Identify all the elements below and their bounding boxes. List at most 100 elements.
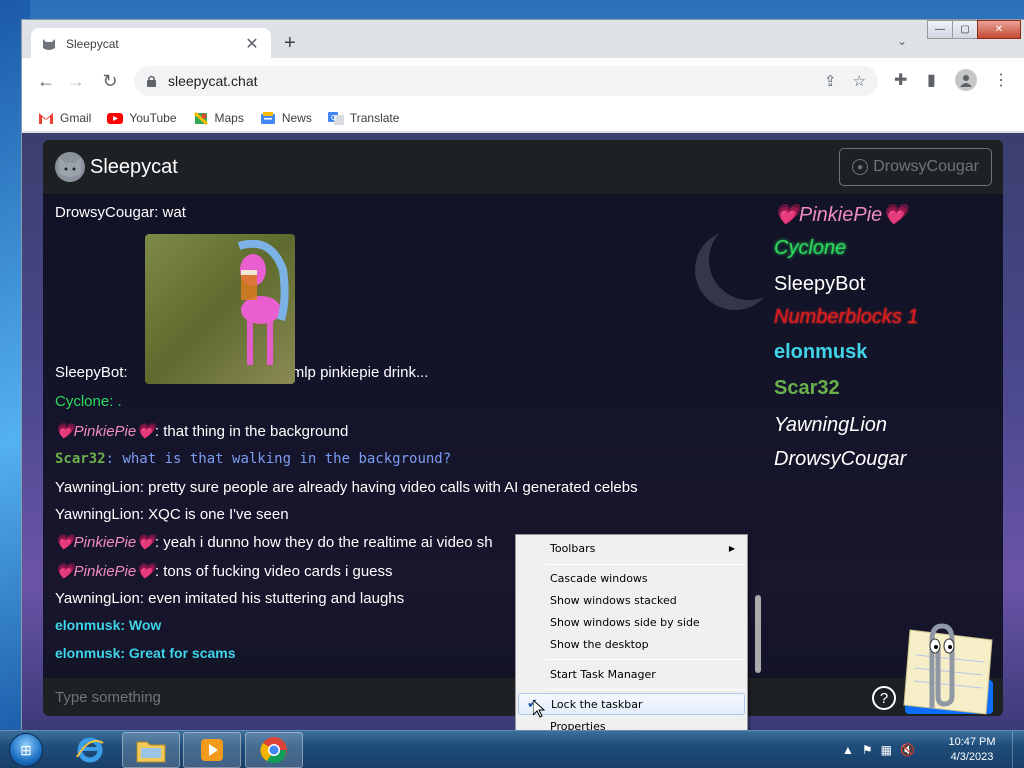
user-list-item[interactable]: SleepyBot	[774, 273, 865, 296]
current-username: DrowsyCougar	[873, 158, 979, 175]
message-sep: :	[120, 617, 129, 633]
user-list-item[interactable]: Cyclone	[774, 237, 846, 260]
message-author[interactable]: YawningLion	[55, 479, 140, 496]
bookmark-label: Gmail	[60, 110, 92, 125]
action-center-flag-icon[interactable]: ⚑	[862, 743, 873, 757]
user-account-button[interactable]: ● DrowsyCougar	[839, 148, 992, 186]
taskbar-chrome[interactable]	[245, 732, 303, 768]
message-author[interactable]: YawningLion	[55, 590, 140, 607]
new-tab-button[interactable]: +	[284, 32, 296, 55]
tab-sleepycat[interactable]: Sleepycat ✕	[31, 28, 271, 59]
message-scrollbar[interactable]	[755, 595, 761, 673]
tab-search-icon[interactable]: ⌄	[897, 34, 907, 48]
message-text: even imitated his stuttering and laughs	[148, 590, 405, 607]
menu-item-cascade-windows[interactable]: Cascade windows	[518, 567, 745, 589]
bookmark-youtube[interactable]: YouTube	[107, 110, 177, 125]
user-list-item[interactable]: elonmusk	[774, 341, 867, 364]
message-author[interactable]: 💗PinkiePie💗	[55, 534, 155, 551]
menu-item-show-desktop[interactable]: Show the desktop	[518, 633, 745, 655]
internet-explorer-icon	[76, 737, 104, 763]
pinkiepie-image[interactable]	[145, 234, 295, 384]
message-sep: :	[120, 645, 129, 661]
message-author[interactable]: 💗PinkiePie💗	[55, 563, 155, 580]
message-row: elonmusk: Great for scams	[55, 645, 236, 662]
message-row: 💗PinkiePie💗: yeah i dunno how they do th…	[55, 533, 493, 551]
start-button[interactable]: ⊞	[4, 731, 48, 768]
bookmark-translate[interactable]: G Translate	[327, 111, 399, 125]
forward-icon[interactable]: →	[65, 70, 87, 92]
menu-item-task-manager[interactable]: Start Task Manager	[518, 663, 745, 685]
menu-item-toolbars[interactable]: Toolbars ▶	[518, 537, 745, 559]
message-author[interactable]: elonmusk	[55, 617, 120, 633]
message-author[interactable]: Scar32	[55, 451, 106, 467]
message-author[interactable]: DrowsyCougar	[55, 204, 154, 221]
close-window-button[interactable]: ✕	[977, 20, 1021, 39]
user-list-item[interactable]: YawningLion	[774, 414, 887, 437]
svg-text:G: G	[331, 115, 336, 122]
menu-item-label: Lock the taskbar	[551, 697, 643, 711]
taskbar-ie[interactable]	[61, 732, 119, 768]
youtube-icon	[107, 111, 124, 125]
show-hidden-icons[interactable]: ▲	[842, 743, 854, 757]
bookmark-gmail[interactable]: Gmail	[38, 111, 91, 125]
user-list-item[interactable]: Numberblocks 1	[774, 306, 919, 329]
bookmark-news[interactable]: News	[260, 111, 312, 125]
network-icon[interactable]: ▦	[881, 743, 892, 757]
extensions-icon[interactable]: ✚	[894, 70, 907, 90]
app-brand[interactable]: Sleepycat	[90, 156, 178, 179]
minimize-button[interactable]: —	[927, 20, 953, 39]
share-icon[interactable]: ⇪	[824, 72, 837, 90]
bookmarks-bar: Gmail YouTube Maps News G Translate	[22, 104, 1024, 132]
menu-item-show-windows-stacked[interactable]: Show windows stacked	[518, 589, 745, 611]
message-author[interactable]: Cyclone	[55, 393, 109, 410]
menu-item-label: Toolbars	[550, 541, 596, 555]
clippy-assistant-icon[interactable]	[880, 610, 998, 715]
address-bar[interactable]: sleepycat.chat ⇪ ☆	[134, 66, 878, 96]
message-row: YawningLion: even imitated his stutterin…	[55, 590, 404, 607]
message-author[interactable]: elonmusk	[55, 645, 120, 661]
user-list-item[interactable]: 💗PinkiePie💗	[774, 202, 907, 227]
folder-icon	[136, 741, 166, 763]
back-icon[interactable]: ←	[35, 70, 57, 92]
tab-close-icon[interactable]: ✕	[243, 34, 261, 54]
user-list-item[interactable]: Scar32	[774, 377, 840, 400]
user-list-item[interactable]: DrowsyCougar	[774, 448, 906, 471]
message-sep: :	[109, 393, 118, 410]
menu-item-show-side-by-side[interactable]: Show windows side by side	[518, 611, 745, 633]
pony-drinking-icon	[237, 240, 289, 365]
profile-avatar-icon[interactable]	[955, 69, 977, 91]
bookmark-label: News	[281, 110, 312, 125]
clock[interactable]: 10:47 PM 4/3/2023	[942, 735, 1002, 765]
menu-item-label: Start Task Manager	[550, 667, 656, 681]
message-author[interactable]: 💗PinkiePie💗	[55, 423, 155, 440]
maximize-button[interactable]: ▢	[952, 20, 978, 39]
bookmark-label: YouTube	[129, 110, 177, 125]
bookmark-star-icon[interactable]: ☆	[853, 72, 866, 90]
url-text[interactable]: sleepycat.chat	[168, 73, 808, 89]
show-desktop-button[interactable]	[1012, 731, 1024, 768]
reload-icon[interactable]: ↻	[99, 70, 121, 92]
menu-item-label: Show windows side by side	[550, 615, 700, 629]
message-text: that thing in the background	[163, 423, 349, 440]
user-icon: ●	[852, 159, 869, 175]
menu-item-lock-taskbar[interactable]: ✔ Lock the taskbar	[518, 693, 745, 715]
message-author[interactable]: YawningLion	[55, 506, 140, 523]
side-panel-icon[interactable]: ▮	[927, 70, 936, 90]
menu-item-label: Show windows stacked	[550, 593, 677, 607]
message-author[interactable]: SleepyBot	[55, 364, 123, 381]
message-sep: :	[139, 590, 149, 607]
message-sep: :	[154, 563, 164, 580]
mouse-pointer-icon	[533, 700, 545, 718]
menu-icon[interactable]: ⋮	[993, 70, 1009, 90]
message-sep: :	[123, 364, 132, 381]
bookmark-maps[interactable]: Maps	[193, 111, 244, 125]
message-text: Great for scams	[128, 645, 236, 661]
message-row: DrowsyCougar: wat	[55, 204, 186, 221]
taskbar-media-player[interactable]	[183, 732, 241, 768]
message-text: wat	[162, 204, 186, 221]
message-row: 💗PinkiePie💗: tons of fucking video cards…	[55, 562, 393, 580]
browser-toolbar: ← → ↻ sleepycat.chat ⇪ ☆ ✚ ▮ ⋮	[22, 58, 1024, 104]
volume-muted-icon[interactable]: 🔇	[900, 743, 915, 757]
taskbar-context-menu: Toolbars ▶ Cascade windows Show windows …	[515, 534, 748, 740]
taskbar-explorer[interactable]	[122, 732, 180, 768]
